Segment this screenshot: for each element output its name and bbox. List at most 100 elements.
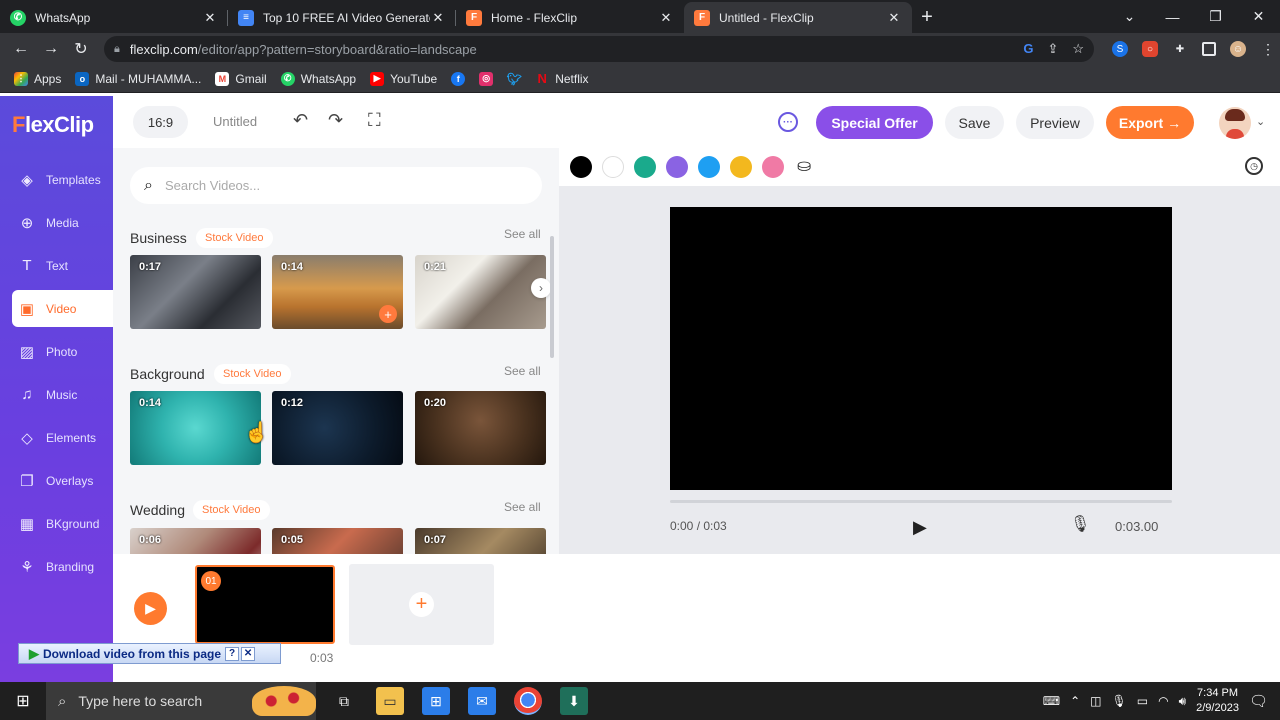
search-input[interactable]: ⌕ Search Videos...	[130, 167, 542, 204]
file-explorer-icon[interactable]: ▭	[376, 687, 404, 715]
taskbar-search-input[interactable]: ⌕ Type here to search	[46, 682, 316, 720]
bookmark-gmail[interactable]: M Gmail	[215, 71, 267, 86]
reload-icon[interactable]: ↻	[66, 39, 96, 59]
video-thumbnail[interactable]: 0:07	[415, 528, 546, 554]
close-icon[interactable]: ✕	[430, 10, 446, 26]
close-window-icon[interactable]: ✕	[1237, 8, 1280, 25]
sidebar-item-music[interactable]: ♫ Music	[12, 376, 113, 413]
video-thumbnail[interactable]: 0:17	[130, 255, 261, 329]
google-icon[interactable]: G	[1023, 41, 1033, 57]
add-icon[interactable]: +	[379, 305, 397, 323]
system-clock[interactable]: 7:34 PM 2/9/2023	[1196, 686, 1239, 716]
chat-icon[interactable]: ···	[778, 112, 798, 132]
puzzle-icon[interactable]: ✚	[1172, 41, 1188, 57]
task-view-icon[interactable]: ⧉	[330, 687, 358, 715]
chevron-down-icon[interactable]: ⌄	[1256, 115, 1265, 128]
close-icon[interactable]: ✕	[886, 10, 902, 26]
close-icon[interactable]: ✕	[241, 646, 256, 661]
meet-now-icon[interactable]: ◫	[1090, 694, 1101, 708]
fullscreen-icon[interactable]: ⛶	[368, 110, 381, 131]
installer-icon[interactable]: ⬇	[560, 687, 588, 715]
url-input[interactable]: 🔒︎ flexclip.com /editor/app?pattern=stor…	[104, 36, 1094, 62]
see-all-link[interactable]: See all	[504, 500, 541, 514]
color-swatch-blue[interactable]	[698, 156, 720, 178]
scene-clip[interactable]: 01	[195, 565, 335, 644]
color-swatch-yellow[interactable]	[730, 156, 752, 178]
play-icon[interactable]: ▶	[913, 517, 927, 538]
microphone-icon[interactable]: 🎙︎	[1070, 514, 1090, 534]
sidebar-item-photo[interactable]: ▨ Photo	[12, 333, 113, 370]
video-thumbnail[interactable]: 0:12	[272, 391, 403, 465]
color-swatch-teal[interactable]	[634, 156, 656, 178]
store-icon[interactable]: ⊞	[422, 687, 450, 715]
color-swatch-white[interactable]	[602, 156, 624, 178]
add-scene-button[interactable]: +	[349, 564, 494, 645]
play-button[interactable]: ▶	[134, 592, 167, 625]
project-title[interactable]: Untitled	[213, 114, 257, 129]
windows-start-icon[interactable]: ⊞	[0, 691, 46, 711]
undo-icon[interactable]: ↶	[293, 110, 308, 131]
video-thumbnail[interactable]: 0:06	[130, 528, 261, 554]
video-thumbnail[interactable]: 0:21	[415, 255, 546, 329]
color-swatch-purple[interactable]	[666, 156, 688, 178]
bookmark-mail[interactable]: o Mail - MUHAMMA...	[75, 71, 201, 86]
bookmark-whatsapp[interactable]: ✆ WhatsApp	[280, 71, 356, 86]
see-all-link[interactable]: See all	[504, 364, 541, 378]
tab-whatsapp[interactable]: ✆ WhatsApp ✕	[0, 2, 228, 33]
color-swatch-pink[interactable]	[762, 156, 784, 178]
paint-bucket-icon[interactable]: ⛀	[797, 156, 811, 176]
forward-icon[interactable]: →	[36, 40, 66, 58]
video-thumbnail[interactable]: 0:14	[130, 391, 261, 465]
avatar[interactable]	[1219, 107, 1251, 139]
sidebar-item-templates[interactable]: ◈ Templates	[12, 161, 113, 198]
bookmark-netflix[interactable]: N Netflix	[535, 71, 589, 86]
bookmark-apps[interactable]: ⋮ Apps	[14, 71, 61, 86]
video-thumbnail[interactable]: 0:14 +	[272, 255, 403, 329]
menu-icon[interactable]: ⋮	[1260, 41, 1276, 57]
flexclip-logo[interactable]: FlexClip	[12, 112, 94, 138]
volume-icon[interactable]: 🔊︎	[1179, 694, 1187, 709]
bookmark-facebook[interactable]: f	[451, 71, 466, 86]
chevron-right-icon[interactable]: ›	[531, 278, 551, 298]
bookmark-twitter[interactable]: 🐦︎	[507, 72, 522, 86]
tab-ai-video-generator[interactable]: ≡ Top 10 FREE AI Video Generator ✕	[228, 2, 456, 33]
restore-icon[interactable]: ❐	[1194, 8, 1237, 25]
video-canvas[interactable]	[670, 207, 1172, 490]
export-button[interactable]: Export →	[1106, 106, 1194, 139]
wifi-icon[interactable]: ◠	[1158, 694, 1168, 708]
star-icon[interactable]: ☆	[1072, 41, 1084, 57]
microphone-icon[interactable]: 🎙︎	[1112, 694, 1127, 708]
aspect-ratio-button[interactable]: 16:9	[133, 106, 188, 138]
video-thumbnail[interactable]: 0:20	[415, 391, 546, 465]
extension-red-icon[interactable]: ○	[1142, 41, 1158, 57]
sidebar-item-elements[interactable]: ◇ Elements	[12, 419, 113, 456]
keyboard-icon[interactable]: ⌨	[1043, 694, 1060, 708]
panel-scrollbar[interactable]	[550, 236, 554, 358]
sidebar-item-media[interactable]: ⊕ Media	[12, 204, 113, 241]
battery-icon[interactable]: ▭	[1137, 694, 1148, 708]
sidebar-item-bkground[interactable]: ▦ BKground	[12, 505, 113, 542]
close-icon[interactable]: ✕	[658, 10, 674, 26]
chevron-up-icon[interactable]: ⌃	[1070, 694, 1080, 708]
special-offer-button[interactable]: Special Offer	[816, 106, 933, 139]
new-tab-button[interactable]: +	[912, 2, 942, 33]
color-swatch-black[interactable]	[570, 156, 592, 178]
history-icon[interactable]: ◷	[1245, 157, 1263, 175]
sidebar-item-text[interactable]: T Text	[12, 247, 113, 284]
bookmark-instagram[interactable]: ◎	[479, 71, 494, 86]
video-thumbnail[interactable]: 0:05	[272, 528, 403, 554]
sidebar-item-overlays[interactable]: ❐ Overlays	[12, 462, 113, 499]
profile-avatar-icon[interactable]: ☺	[1230, 41, 1246, 57]
sidebar-item-video[interactable]: ▣ Video	[12, 290, 113, 327]
save-button[interactable]: Save	[945, 106, 1004, 139]
see-all-link[interactable]: See all	[504, 227, 541, 241]
help-icon[interactable]: ?	[225, 646, 240, 661]
tab-flexclip-home[interactable]: F Home - FlexClip ✕	[456, 2, 684, 33]
sidepanel-icon[interactable]	[1202, 42, 1216, 56]
minimize-icon[interactable]: —	[1151, 9, 1194, 25]
bookmark-youtube[interactable]: ▶ YouTube	[370, 71, 437, 86]
close-icon[interactable]: ✕	[202, 10, 218, 26]
playback-progress-bar[interactable]	[670, 500, 1172, 503]
sidebar-item-branding[interactable]: ⚘ Branding	[12, 548, 113, 585]
mail-icon[interactable]: ✉	[468, 687, 496, 715]
